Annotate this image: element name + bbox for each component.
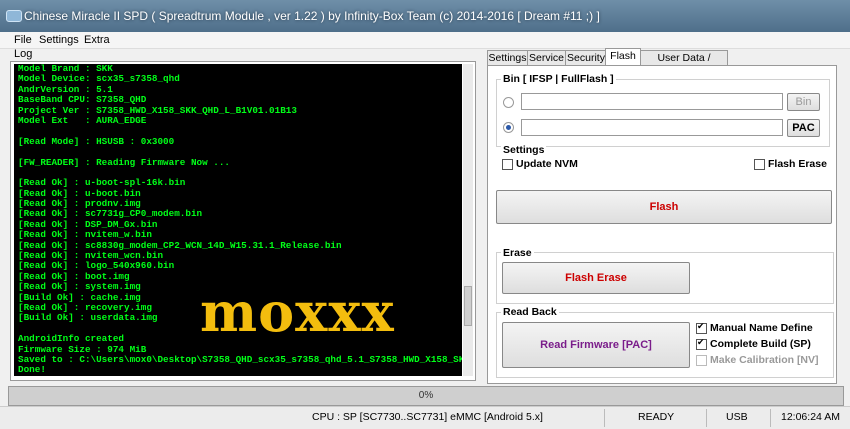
bin-path-field[interactable] [521,93,783,110]
readback-label: Read Back [501,306,559,318]
read-firmware-button[interactable]: Read Firmware [PAC] [502,322,690,368]
status-separator [770,409,771,427]
flash-button[interactable]: Flash [496,190,832,224]
complete-build-label: Complete Build (SP) [710,338,811,350]
log-line: [Read Mode] : HSUSB : 0x3000 [18,135,175,147]
log-label: Log [14,48,33,60]
flash-erase-checkbox[interactable] [754,159,765,170]
status-bar: CPU : SP [SC7730..SC7731] eMMC [Android … [0,406,850,429]
menu-extra[interactable]: Extra [84,34,110,46]
tab-service[interactable]: Service [527,50,566,66]
menu-file[interactable]: File [14,34,32,46]
tab-settings[interactable]: Settings [487,50,528,66]
bin-group-label: Bin [ IFSP | FullFlash ] [501,73,616,85]
update-nvm-checkbox[interactable] [502,159,513,170]
settings-label: Settings [501,144,547,156]
status-state: READY [638,411,675,423]
make-calibration-checkbox[interactable] [696,355,707,366]
flash-tab-content: Bin [ IFSP | FullFlash ] Bin PAC Setting… [487,65,837,384]
manual-name-checkbox[interactable] [696,321,707,334]
flash-erase-button[interactable]: Flash Erase [502,262,690,294]
make-calibration-label: Make Calibration [NV] [710,354,819,366]
tab-user-data-forensic[interactable]: User Data / Forensic [640,50,728,79]
menu-bar: File Settings Extra [0,32,850,49]
scrollbar-thumb[interactable] [464,286,472,326]
log-scrollbar[interactable] [463,64,473,376]
status-port: USB [726,411,748,423]
app-icon [6,10,22,22]
bin-group [496,79,830,147]
log-line: Done! [18,364,46,376]
log-line: [FW_READER] : Reading Firmware Now ... [18,156,231,168]
status-separator [604,409,605,427]
bin-button[interactable]: Bin [787,93,820,111]
log-line: Model Ext : AURA_EDGE [18,114,147,126]
erase-label: Erase [501,247,534,259]
title-bar: Chinese Miracle II SPD ( Spreadtrum Modu… [0,0,850,32]
log-line: Saved to : C:\Users\mox0\Desktop\S7358_Q… [18,353,462,365]
pac-path-field[interactable] [521,119,783,136]
pac-radio[interactable] [503,122,514,133]
log-line: BaseBand CPU: S7358_QHD [18,94,147,106]
progress-bar: 0% [8,386,844,406]
right-panel: Settings Service Security Flash User Dat… [485,48,841,384]
window-title: Chinese Miracle II SPD ( Spreadtrum Modu… [24,9,600,23]
status-cpu: CPU : SP [SC7730..SC7731] eMMC [Android … [312,411,543,423]
complete-build-checkbox[interactable] [696,337,707,350]
flash-erase-check-label: Flash Erase [768,158,827,170]
pac-button[interactable]: PAC [787,119,820,137]
status-separator [706,409,707,427]
update-nvm-label: Update NVM [516,158,578,170]
bin-radio[interactable] [503,97,514,108]
manual-name-label: Manual Name Define [710,322,813,334]
tab-security[interactable]: Security [565,50,607,66]
watermark: moxxx [200,280,395,344]
menu-settings[interactable]: Settings [39,34,79,46]
status-time: 12:06:24 AM [781,411,840,423]
